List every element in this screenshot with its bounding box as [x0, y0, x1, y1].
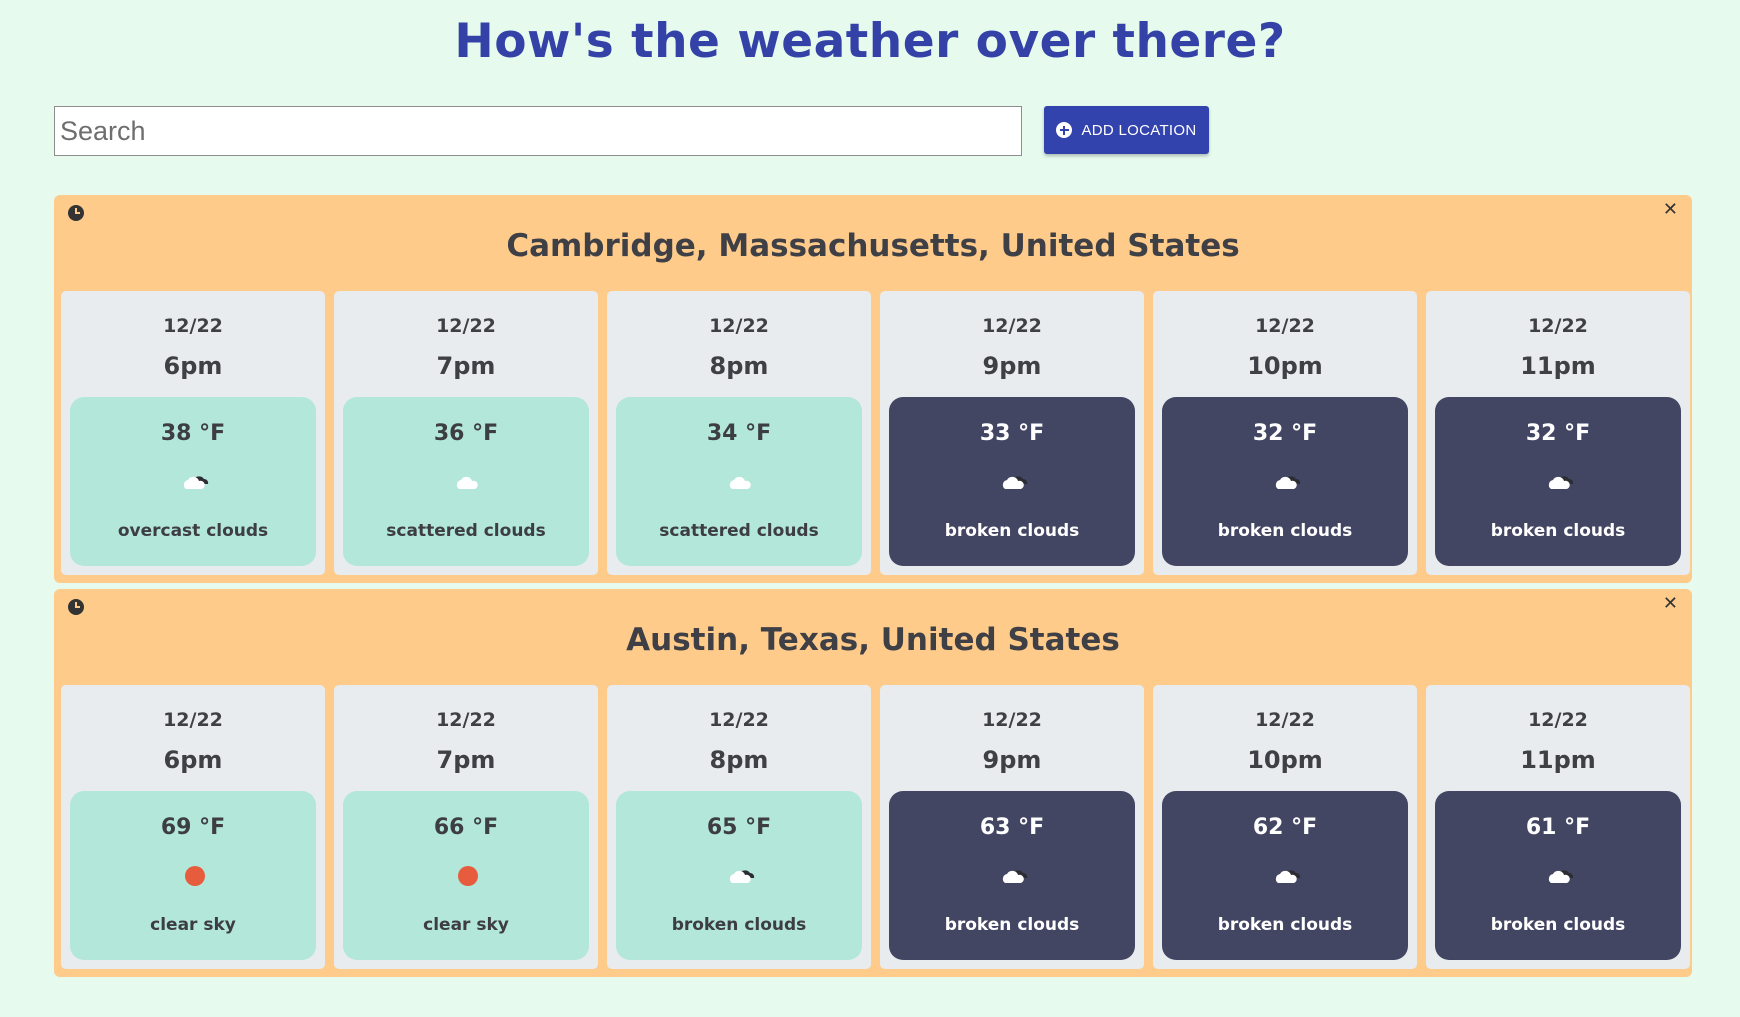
forecast-time: 10pm — [1247, 746, 1323, 774]
forecast-date: 12/22 — [982, 709, 1042, 731]
clock-icon[interactable] — [68, 205, 84, 221]
forecast-time: 7pm — [436, 352, 496, 380]
hour-card: 12/22 6pm 38 °F overcast clouds — [61, 291, 325, 575]
broken-clouds-icon — [1275, 476, 1301, 489]
forecast-date: 12/22 — [163, 709, 223, 731]
location-title: Austin, Texas, United States — [626, 622, 1120, 658]
temperature: 65 °F — [706, 815, 772, 840]
condition-box: 32 °F broken clouds — [1435, 397, 1681, 566]
hour-card: 12/22 10pm 62 °F broken clouds — [1153, 685, 1417, 969]
forecast-date: 12/22 — [436, 709, 496, 731]
forecast-time: 7pm — [436, 746, 496, 774]
forecast-date: 12/22 — [709, 315, 769, 337]
forecast-time: 9pm — [982, 746, 1042, 774]
scattered-clouds-icon — [729, 476, 751, 489]
forecast-date: 12/22 — [163, 315, 223, 337]
hour-card: 12/22 7pm 36 °F scattered clouds — [334, 291, 598, 575]
weather-description: broken clouds — [944, 521, 1080, 541]
condition-box: 66 °F clear sky — [343, 791, 589, 960]
hour-card: 12/22 11pm 32 °F broken clouds — [1426, 291, 1690, 575]
broken-clouds-icon — [1548, 870, 1574, 883]
location-card: ✕ Austin, Texas, United States 12/22 6pm 69 … — [54, 589, 1692, 977]
condition-box: 61 °F broken clouds — [1435, 791, 1681, 960]
forecast-date: 12/22 — [1528, 315, 1588, 337]
hour-card: 12/22 9pm 33 °F broken clouds — [880, 291, 1144, 575]
forecast-time: 6pm — [163, 352, 223, 380]
condition-box: 62 °F broken clouds — [1162, 791, 1408, 960]
hour-card: 12/22 11pm 61 °F broken clouds — [1426, 685, 1690, 969]
hour-card: 12/22 7pm 66 °F clear sky — [334, 685, 598, 969]
page-title: How's the weather over there? — [454, 14, 1286, 69]
broken-clouds-icon — [729, 870, 755, 883]
search-input[interactable] — [54, 106, 1022, 156]
forecast-time: 6pm — [163, 746, 223, 774]
sun-icon — [185, 866, 205, 886]
close-icon[interactable]: ✕ — [1663, 201, 1678, 219]
weather-description: broken clouds — [1490, 521, 1626, 541]
weather-description: broken clouds — [1217, 521, 1353, 541]
weather-description: broken clouds — [1217, 915, 1353, 935]
temperature: 32 °F — [1252, 421, 1318, 446]
temperature: 32 °F — [1525, 421, 1591, 446]
broken-clouds-icon — [1002, 870, 1028, 883]
hour-card: 12/22 10pm 32 °F broken clouds — [1153, 291, 1417, 575]
forecast-date: 12/22 — [436, 315, 496, 337]
forecast-date: 12/22 — [709, 709, 769, 731]
weather-description: clear sky — [150, 915, 236, 935]
hour-card: 12/22 8pm 65 °F broken clouds — [607, 685, 871, 969]
forecast-time: 8pm — [709, 746, 769, 774]
condition-box: 69 °F clear sky — [70, 791, 316, 960]
hour-card: 12/22 9pm 63 °F broken clouds — [880, 685, 1144, 969]
temperature: 66 °F — [433, 815, 499, 840]
forecast-date: 12/22 — [1255, 709, 1315, 731]
hourly-forecast-row: 12/22 6pm 38 °F overcast clouds 12/22 7pm 36 °… — [61, 291, 1690, 575]
add-location-button[interactable]: ADD LOCATION — [1044, 106, 1209, 154]
condition-box: 36 °F scattered clouds — [343, 397, 589, 566]
location-title: Cambridge, Massachusetts, United States — [506, 228, 1240, 264]
forecast-time: 9pm — [982, 352, 1042, 380]
forecast-date: 12/22 — [982, 315, 1042, 337]
weather-description: broken clouds — [1490, 915, 1626, 935]
condition-box: 34 °F scattered clouds — [616, 397, 862, 566]
temperature: 36 °F — [433, 421, 499, 446]
broken-clouds-icon — [1275, 870, 1301, 883]
scattered-clouds-icon — [456, 476, 478, 489]
location-card: ✕ Cambridge, Massachusetts, United States… — [54, 195, 1692, 583]
temperature: 63 °F — [979, 815, 1045, 840]
clock-icon[interactable] — [68, 599, 84, 615]
weather-description: broken clouds — [944, 915, 1080, 935]
weather-description: clear sky — [423, 915, 509, 935]
temperature: 33 °F — [979, 421, 1045, 446]
forecast-time: 11pm — [1520, 746, 1596, 774]
temperature: 34 °F — [706, 421, 772, 446]
temperature: 62 °F — [1252, 815, 1318, 840]
close-icon[interactable]: ✕ — [1663, 595, 1678, 613]
condition-box: 32 °F broken clouds — [1162, 397, 1408, 566]
condition-box: 63 °F broken clouds — [889, 791, 1135, 960]
temperature: 61 °F — [1525, 815, 1591, 840]
temperature: 38 °F — [160, 421, 226, 446]
temperature: 69 °F — [160, 815, 226, 840]
forecast-time: 8pm — [709, 352, 769, 380]
forecast-time: 11pm — [1520, 352, 1596, 380]
forecast-date: 12/22 — [1528, 709, 1588, 731]
sun-icon — [458, 866, 478, 886]
plus-circle-icon — [1056, 122, 1073, 138]
condition-box: 33 °F broken clouds — [889, 397, 1135, 566]
add-location-label: ADD LOCATION — [1081, 121, 1197, 139]
condition-box: 65 °F broken clouds — [616, 791, 862, 960]
hour-card: 12/22 6pm 69 °F clear sky — [61, 685, 325, 969]
forecast-date: 12/22 — [1255, 315, 1315, 337]
forecast-time: 10pm — [1247, 352, 1323, 380]
weather-description: scattered clouds — [659, 521, 819, 541]
hourly-forecast-row: 12/22 6pm 69 °F clear sky 12/22 7pm 66 °F clear… — [61, 685, 1690, 969]
condition-box: 38 °F overcast clouds — [70, 397, 316, 566]
overcast-clouds-icon — [183, 476, 209, 489]
weather-description: broken clouds — [671, 915, 807, 935]
hour-card: 12/22 8pm 34 °F scattered clouds — [607, 291, 871, 575]
broken-clouds-icon — [1002, 476, 1028, 489]
weather-description: overcast clouds — [117, 521, 269, 541]
broken-clouds-icon — [1548, 476, 1574, 489]
weather-description: scattered clouds — [386, 521, 546, 541]
